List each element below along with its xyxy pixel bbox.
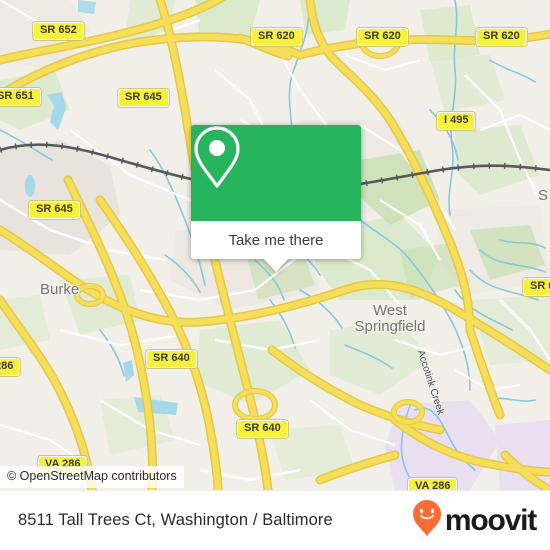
moovit-pin-smiley-icon	[412, 499, 442, 542]
popup-icon-panel	[191, 125, 361, 221]
moovit-logo[interactable]: moovit	[412, 499, 537, 542]
road-shield-sr651[interactable]: SR 651	[0, 88, 41, 106]
road-shield-sr620-b[interactable]: SR 620	[357, 28, 408, 46]
map-canvas[interactable]: Burke West Springfield Accotink Creek S …	[0, 0, 550, 490]
map-screenshot: Burke West Springfield Accotink Creek S …	[0, 0, 550, 550]
road-shield-sr645-a[interactable]: SR 645	[118, 89, 169, 107]
take-me-there-label: Take me there	[228, 231, 324, 249]
popup-pointer-tail	[263, 258, 289, 272]
road-shield-sr620-c[interactable]: SR 620	[476, 28, 527, 46]
road-shield-sr620-a[interactable]: SR 620	[251, 28, 302, 46]
road-shield-sr652[interactable]: SR 652	[33, 22, 84, 40]
road-shield-va286-b[interactable]: VA 286	[408, 478, 458, 490]
destination-popup-card[interactable]: Take me there	[191, 125, 361, 272]
osm-attribution[interactable]: © OpenStreetMap contributors	[0, 466, 184, 488]
footer-bar: 8511 Tall Trees Ct, Washington / Baltimo…	[0, 490, 550, 550]
take-me-there-button[interactable]: Take me there	[191, 221, 361, 259]
road-shield-sr640-b[interactable]: SR 640	[237, 420, 288, 438]
address-title: 8511 Tall Trees Ct, Washington / Baltimo…	[18, 511, 333, 529]
osm-attribution-text: © OpenStreetMap contributors	[7, 469, 177, 483]
road-shield-sr640-a[interactable]: SR 640	[146, 350, 197, 368]
road-shield-i495[interactable]: I 495	[437, 112, 476, 130]
road-shield-286-clipped[interactable]: 286	[0, 358, 21, 376]
road-shield-sr645-b[interactable]: SR 645	[29, 201, 80, 219]
road-shield-sr6-clipped[interactable]: SR 6	[523, 278, 550, 296]
moovit-wordmark: moovit	[444, 503, 537, 537]
